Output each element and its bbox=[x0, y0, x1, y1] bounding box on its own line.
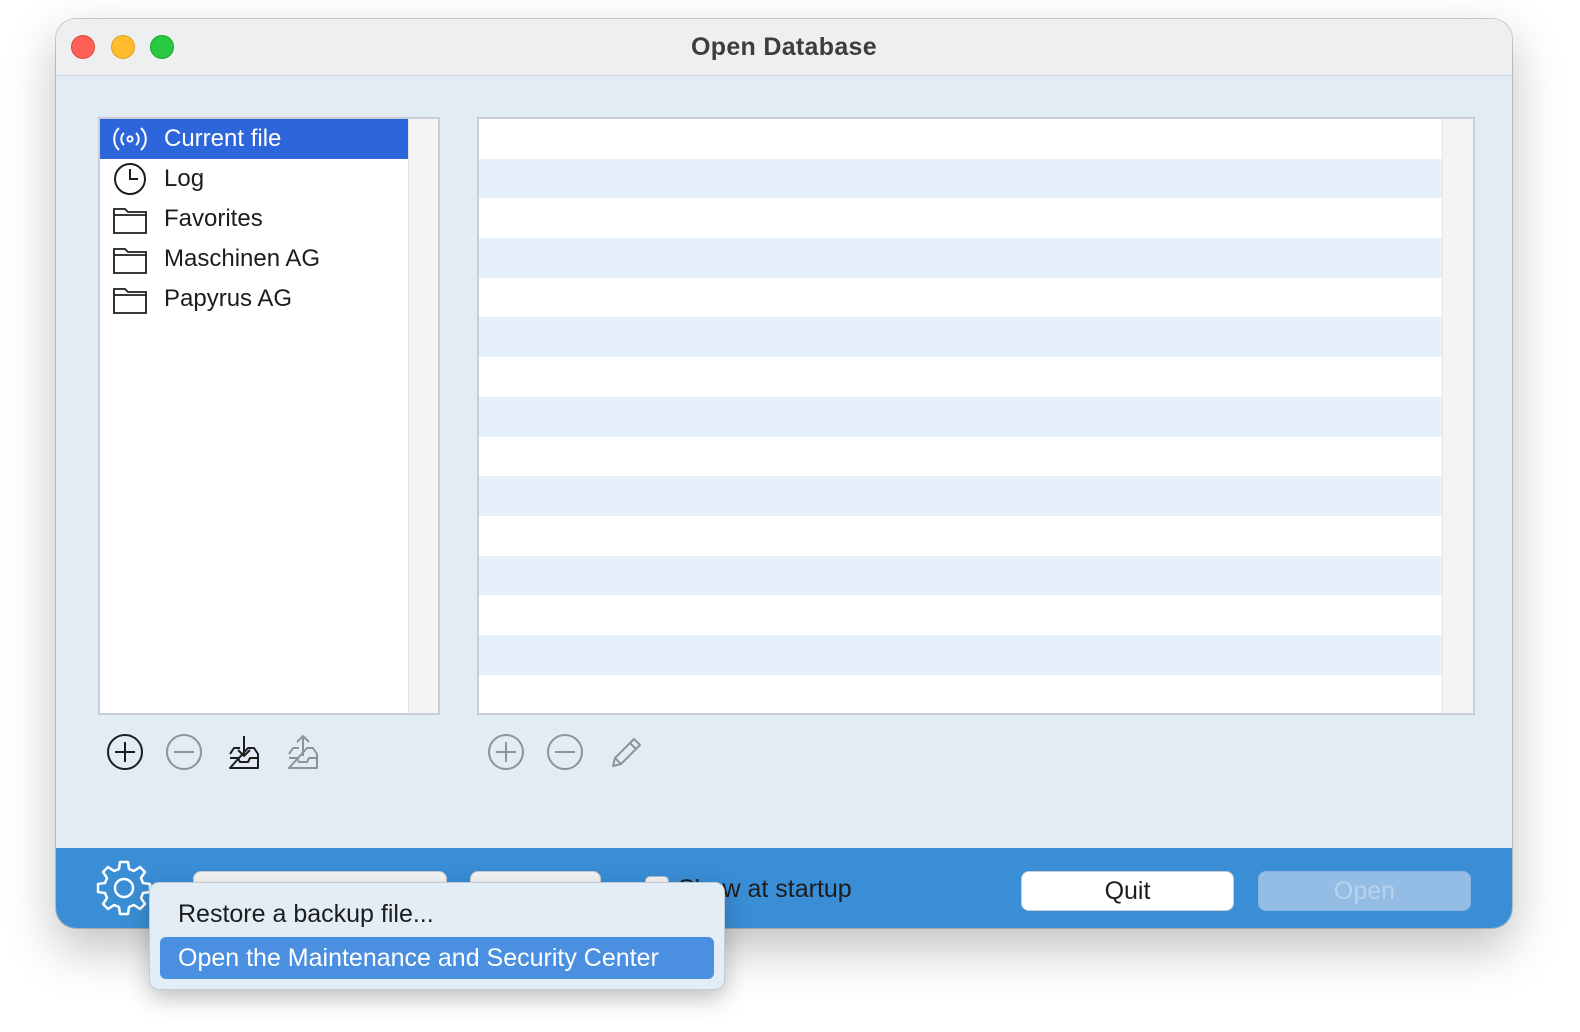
source-item-label: Favorites bbox=[164, 205, 263, 232]
table-row[interactable] bbox=[479, 198, 1445, 238]
source-item-maschinen-ag[interactable]: Maschinen AG bbox=[100, 239, 410, 279]
title-bar: Open Database bbox=[56, 19, 1512, 76]
broadcast-icon bbox=[113, 127, 147, 151]
menu-item-maintenance-center[interactable]: Open the Maintenance and Security Center bbox=[160, 937, 714, 979]
folder-icon bbox=[113, 248, 147, 274]
edit-database-button[interactable] bbox=[605, 732, 645, 772]
table-row[interactable] bbox=[479, 238, 1445, 278]
source-item-label: Log bbox=[164, 165, 205, 192]
source-item-log[interactable]: Log bbox=[100, 159, 410, 199]
remove-database-button[interactable] bbox=[545, 732, 585, 772]
add-source-button[interactable] bbox=[105, 732, 145, 772]
table-row[interactable] bbox=[479, 396, 1445, 437]
import-button[interactable] bbox=[224, 732, 264, 772]
source-item-papyrus-ag[interactable]: Papyrus AG bbox=[100, 279, 410, 319]
table-row[interactable] bbox=[479, 516, 1445, 556]
gear-icon[interactable] bbox=[94, 858, 154, 918]
quit-button[interactable]: Quit bbox=[1021, 871, 1234, 911]
source-item-label: Current file bbox=[164, 125, 282, 152]
table-row[interactable] bbox=[479, 437, 1445, 477]
open-button[interactable]: Open bbox=[1258, 871, 1471, 911]
database-list-rows bbox=[479, 119, 1445, 713]
table-row[interactable] bbox=[479, 317, 1445, 358]
table-row[interactable] bbox=[479, 634, 1445, 675]
folder-icon bbox=[113, 288, 147, 314]
source-list[interactable]: Current file Log Favorites Maschinen AG bbox=[98, 117, 440, 715]
menu-item-restore-backup[interactable]: Restore a backup file... bbox=[160, 893, 714, 935]
export-button[interactable] bbox=[283, 732, 323, 772]
table-row[interactable] bbox=[479, 158, 1445, 199]
clock-icon bbox=[114, 163, 146, 195]
source-list-scrollbar[interactable] bbox=[408, 119, 438, 713]
table-row[interactable] bbox=[479, 555, 1445, 596]
folder-icon bbox=[113, 208, 147, 234]
source-item-label: Maschinen AG bbox=[164, 245, 321, 272]
source-item-favorites[interactable]: Favorites bbox=[100, 199, 410, 239]
database-list[interactable] bbox=[477, 117, 1475, 715]
table-row[interactable] bbox=[479, 595, 1445, 635]
table-row[interactable] bbox=[479, 357, 1445, 397]
gear-context-menu: Restore a backup file... Open the Mainte… bbox=[149, 882, 725, 990]
table-row[interactable] bbox=[479, 675, 1445, 713]
table-row[interactable] bbox=[479, 476, 1445, 516]
table-row[interactable] bbox=[479, 119, 1445, 159]
source-item-current-file[interactable]: Current file bbox=[100, 119, 410, 159]
add-database-button[interactable] bbox=[486, 732, 526, 772]
table-row[interactable] bbox=[479, 278, 1445, 318]
remove-source-button[interactable] bbox=[164, 732, 204, 772]
database-list-scrollbar[interactable] bbox=[1442, 119, 1473, 713]
source-item-label: Papyrus AG bbox=[164, 285, 293, 312]
window-title: Open Database bbox=[691, 33, 877, 61]
open-database-window: Open Database Current file Log Favorites bbox=[56, 19, 1512, 928]
